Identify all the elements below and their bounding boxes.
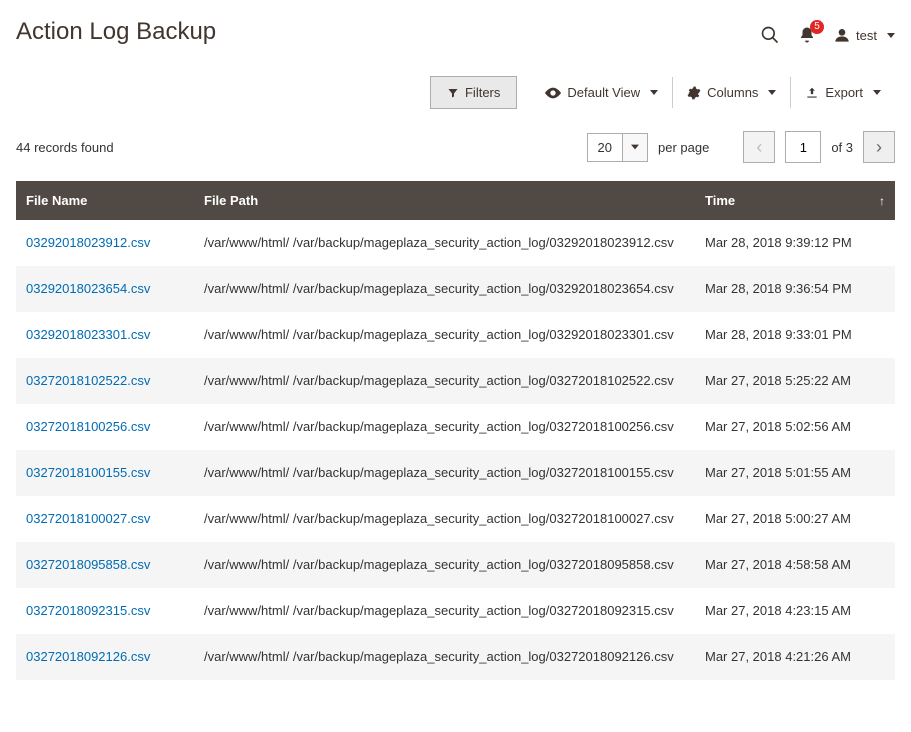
table-row: 03292018023654.csv/var/www/html/ /var/ba… bbox=[16, 266, 895, 312]
per-page-select[interactable]: 20 bbox=[587, 133, 648, 162]
file-path-cell: /var/www/html/ /var/backup/mageplaza_sec… bbox=[194, 404, 695, 450]
file-path-cell: /var/www/html/ /var/backup/mageplaza_sec… bbox=[194, 312, 695, 358]
notifications-badge: 5 bbox=[810, 20, 824, 34]
default-view-button[interactable]: Default View bbox=[531, 77, 672, 108]
file-name-link[interactable]: 03272018092315.csv bbox=[26, 603, 150, 618]
table-row: 03272018092126.csv/var/www/html/ /var/ba… bbox=[16, 634, 895, 680]
next-page-button[interactable]: › bbox=[863, 131, 895, 163]
chevron-right-icon: › bbox=[876, 137, 882, 158]
columns-label: Columns bbox=[707, 85, 758, 100]
time-cell: Mar 28, 2018 9:39:12 PM bbox=[695, 220, 895, 266]
time-cell: Mar 28, 2018 9:36:54 PM bbox=[695, 266, 895, 312]
eye-icon bbox=[545, 87, 561, 99]
file-name-link[interactable]: 03272018100155.csv bbox=[26, 465, 150, 480]
columns-button[interactable]: Columns bbox=[672, 77, 790, 108]
total-pages-label: of 3 bbox=[831, 140, 853, 155]
file-name-link[interactable]: 03272018092126.csv bbox=[26, 649, 150, 664]
file-name-link[interactable]: 03292018023654.csv bbox=[26, 281, 150, 296]
export-button[interactable]: Export bbox=[790, 77, 895, 108]
export-label: Export bbox=[825, 85, 863, 100]
file-path-cell: /var/www/html/ /var/backup/mageplaza_sec… bbox=[194, 634, 695, 680]
time-cell: Mar 27, 2018 4:21:26 AM bbox=[695, 634, 895, 680]
table-row: 03272018100155.csv/var/www/html/ /var/ba… bbox=[16, 450, 895, 496]
table-row: 03272018100256.csv/var/www/html/ /var/ba… bbox=[16, 404, 895, 450]
table-row: 03292018023301.csv/var/www/html/ /var/ba… bbox=[16, 312, 895, 358]
file-name-link[interactable]: 03272018102522.csv bbox=[26, 373, 150, 388]
search-icon[interactable] bbox=[760, 25, 780, 45]
time-cell: Mar 27, 2018 5:02:56 AM bbox=[695, 404, 895, 450]
user-icon bbox=[834, 27, 850, 43]
file-path-cell: /var/www/html/ /var/backup/mageplaza_sec… bbox=[194, 542, 695, 588]
per-page-label: per page bbox=[658, 140, 709, 155]
col-file-name[interactable]: File Name bbox=[16, 181, 194, 220]
file-name-link[interactable]: 03292018023912.csv bbox=[26, 235, 150, 250]
file-name-link[interactable]: 03272018095858.csv bbox=[26, 557, 150, 572]
backup-table: File Name File Path Time ↑ 0329201802391… bbox=[16, 181, 895, 680]
file-path-cell: /var/www/html/ /var/backup/mageplaza_sec… bbox=[194, 266, 695, 312]
filter-icon bbox=[447, 87, 459, 99]
page-title: Action Log Backup bbox=[16, 18, 216, 46]
col-time-label: Time bbox=[705, 193, 735, 208]
time-cell: Mar 27, 2018 5:01:55 AM bbox=[695, 450, 895, 496]
col-file-path[interactable]: File Path bbox=[194, 181, 695, 220]
username-label: test bbox=[856, 28, 877, 43]
table-row: 03272018095858.csv/var/www/html/ /var/ba… bbox=[16, 542, 895, 588]
per-page-value: 20 bbox=[587, 133, 623, 162]
filters-label: Filters bbox=[465, 85, 500, 100]
default-view-label: Default View bbox=[567, 85, 640, 100]
col-time[interactable]: Time ↑ bbox=[695, 181, 895, 220]
notifications-button[interactable]: 5 bbox=[798, 26, 816, 44]
chevron-left-icon: ‹ bbox=[756, 137, 762, 158]
prev-page-button[interactable]: ‹ bbox=[743, 131, 775, 163]
file-name-link[interactable]: 03292018023301.csv bbox=[26, 327, 150, 342]
table-row: 03272018102522.csv/var/www/html/ /var/ba… bbox=[16, 358, 895, 404]
time-cell: Mar 27, 2018 5:25:22 AM bbox=[695, 358, 895, 404]
records-found: 44 records found bbox=[16, 140, 114, 155]
gear-icon bbox=[687, 86, 701, 100]
time-cell: Mar 27, 2018 4:58:58 AM bbox=[695, 542, 895, 588]
current-page-input[interactable] bbox=[785, 131, 821, 163]
per-page-dropdown-button[interactable] bbox=[623, 133, 648, 162]
time-cell: Mar 27, 2018 4:23:15 AM bbox=[695, 588, 895, 634]
filters-button[interactable]: Filters bbox=[430, 76, 517, 109]
user-menu[interactable]: test bbox=[834, 27, 895, 43]
export-icon bbox=[805, 86, 819, 100]
table-row: 03272018092315.csv/var/www/html/ /var/ba… bbox=[16, 588, 895, 634]
file-name-link[interactable]: 03272018100256.csv bbox=[26, 419, 150, 434]
file-path-cell: /var/www/html/ /var/backup/mageplaza_sec… bbox=[194, 358, 695, 404]
time-cell: Mar 28, 2018 9:33:01 PM bbox=[695, 312, 895, 358]
table-row: 03272018100027.csv/var/www/html/ /var/ba… bbox=[16, 496, 895, 542]
sort-asc-icon: ↑ bbox=[879, 194, 885, 208]
file-name-link[interactable]: 03272018100027.csv bbox=[26, 511, 150, 526]
file-path-cell: /var/www/html/ /var/backup/mageplaza_sec… bbox=[194, 588, 695, 634]
table-row: 03292018023912.csv/var/www/html/ /var/ba… bbox=[16, 220, 895, 266]
time-cell: Mar 27, 2018 5:00:27 AM bbox=[695, 496, 895, 542]
file-path-cell: /var/www/html/ /var/backup/mageplaza_sec… bbox=[194, 496, 695, 542]
file-path-cell: /var/www/html/ /var/backup/mageplaza_sec… bbox=[194, 220, 695, 266]
file-path-cell: /var/www/html/ /var/backup/mageplaza_sec… bbox=[194, 450, 695, 496]
chevron-down-icon bbox=[631, 144, 639, 150]
